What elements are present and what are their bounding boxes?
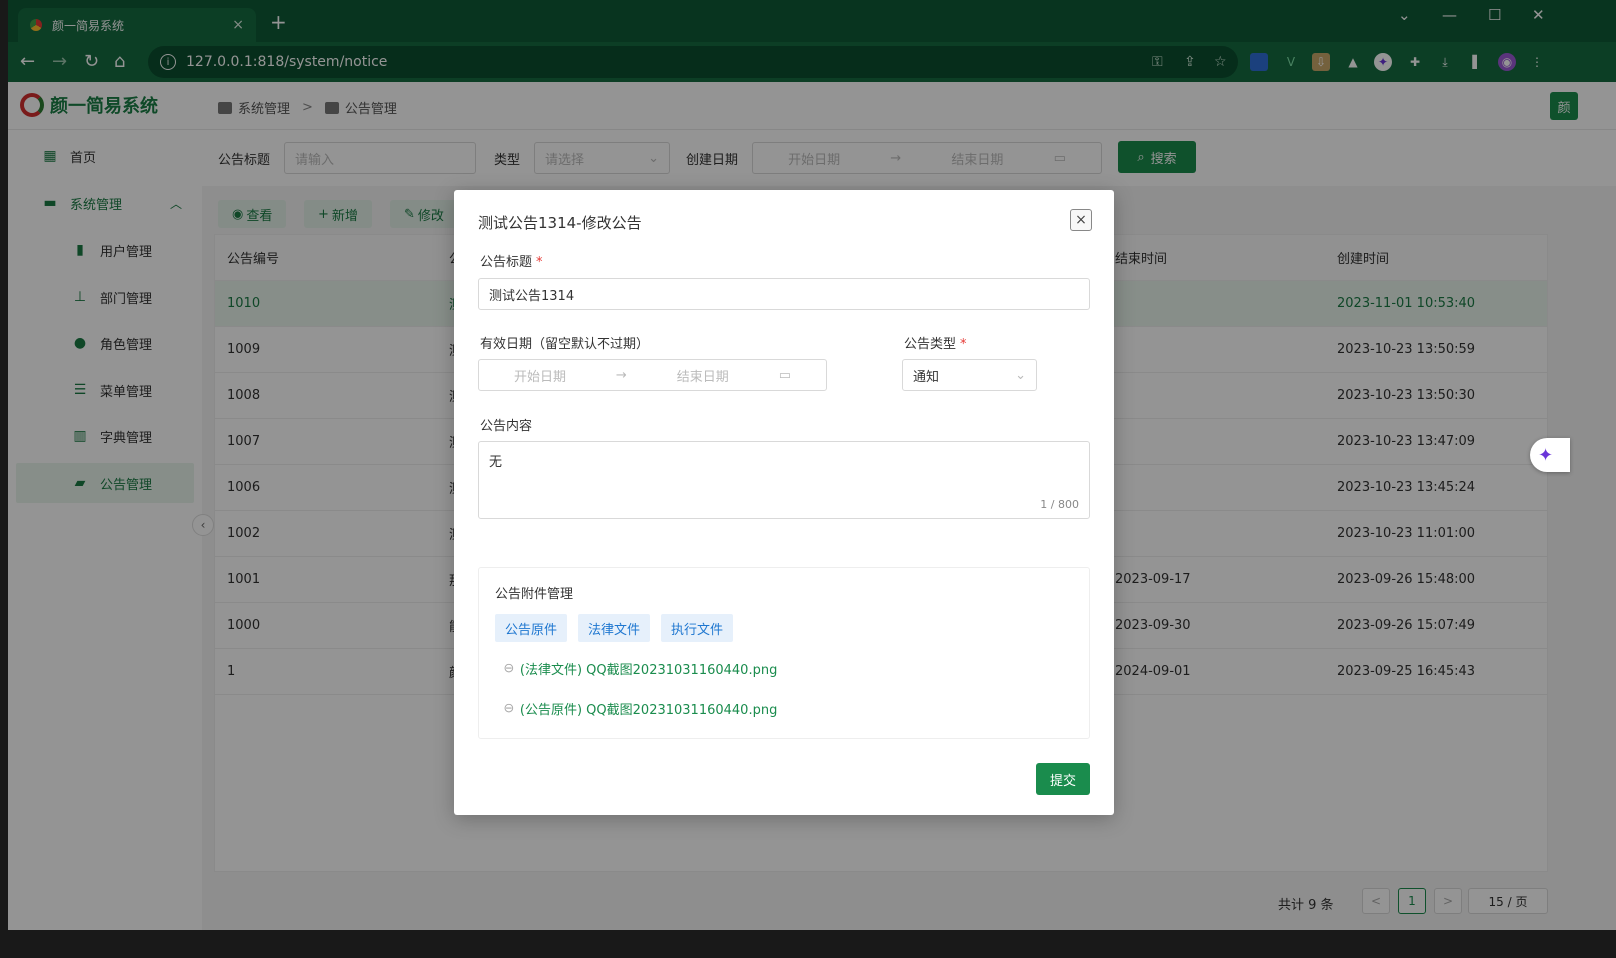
attachment-file-link[interactable]: ⊘ (公告原件) QQ截图20231031160440.png — [499, 699, 777, 718]
valid-date-label: 有效日期（留空默认不过期） — [480, 337, 650, 352]
tag-legal-file[interactable]: 法律文件 — [578, 614, 651, 642]
chevron-down-icon: ⌄ — [1015, 367, 1026, 383]
title-field-label: 公告标题 * — [480, 255, 543, 270]
edit-notice-dialog: 测试公告1314-修改公告 × 公告标题 * 测试公告1314 有效日期（留空默认… — [454, 190, 1114, 815]
attachment-panel-title: 公告附件管理 — [495, 587, 574, 602]
attachment-file-link[interactable]: ⊘ (法律文件) QQ截图20231031160440.png — [499, 659, 777, 678]
tag-execution-file[interactable]: 执行文件 — [661, 614, 734, 642]
calendar-icon: ▭ — [778, 367, 792, 383]
tag-original-notice[interactable]: 公告原件 — [495, 614, 568, 642]
ai-assistant-sparkle-icon[interactable]: ✦ — [1530, 438, 1570, 472]
content-field-label: 公告内容 — [480, 419, 533, 434]
close-icon[interactable]: × — [1070, 209, 1092, 231]
valid-date-range-picker[interactable]: 开始日期 → 结束日期 ▭ — [478, 359, 827, 391]
submit-button[interactable]: 提交 — [1036, 763, 1090, 795]
type-field-label: 公告类型 * — [904, 337, 967, 352]
attachment-panel: 公告附件管理 公告原件 法律文件 执行文件 ⊘ (法律文件) QQ截图20231… — [478, 567, 1090, 739]
dialog-title: 测试公告1314-修改公告 — [478, 214, 642, 232]
paperclip-icon: ⊘ — [499, 659, 518, 678]
arrow-right-icon: → — [615, 367, 627, 383]
content-textarea[interactable]: 无 1 / 800 — [478, 441, 1090, 519]
title-field[interactable]: 测试公告1314 — [478, 278, 1090, 310]
paperclip-icon: ⊘ — [499, 699, 518, 718]
type-select[interactable]: 通知 ⌄ — [902, 359, 1037, 391]
char-counter: 1 / 800 — [1040, 498, 1079, 511]
